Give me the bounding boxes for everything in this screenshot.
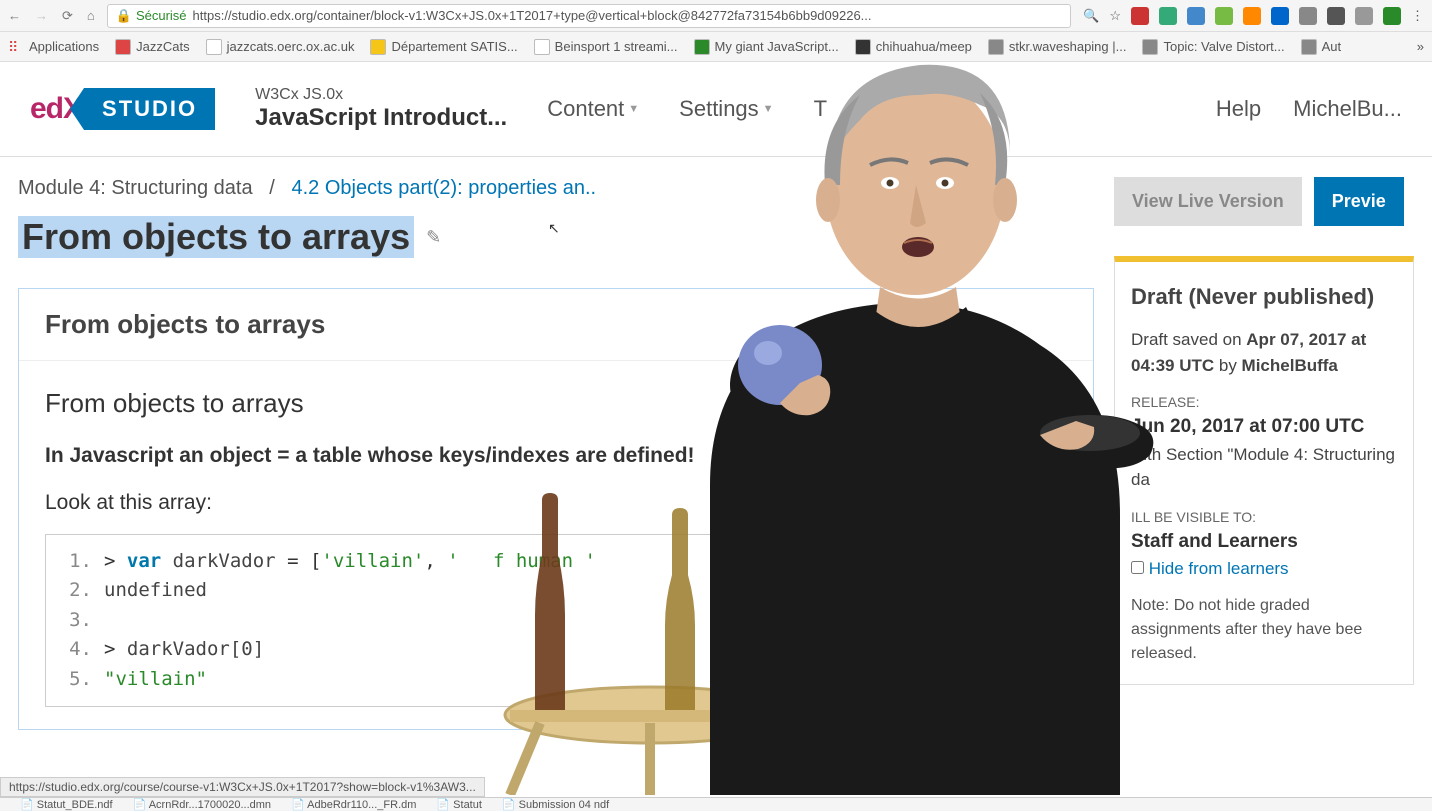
secure-badge: 🔒 Sécurisé	[116, 8, 187, 24]
ext-icon[interactable]	[1215, 7, 1233, 25]
reload-icon[interactable]: ⟳	[62, 8, 73, 24]
download-item[interactable]: 📄 Statut	[436, 798, 482, 811]
page-title: From objects to arrays	[18, 216, 414, 258]
top-nav: Content▼ Settings▼ T	[547, 96, 827, 122]
content-intro: In Javascript an object = a table whose …	[45, 439, 1067, 473]
forward-icon[interactable]: →	[35, 8, 48, 23]
code-line: 4.> darkVador[0]	[62, 635, 1050, 664]
help-link[interactable]: Help	[1216, 96, 1261, 122]
download-item[interactable]: 📄 AcrnRdr...1700020...dmn	[133, 798, 271, 811]
bookmark-item[interactable]: chihuahua/meep	[855, 39, 972, 55]
browser-toolbar: ← → ⟳ ⌂ 🔒 Sécurisé https://studio.edx.or…	[0, 0, 1432, 32]
ext-icon[interactable]	[1159, 7, 1177, 25]
course-name: JavaScript Introduct...	[255, 104, 507, 132]
ext-icon[interactable]	[1327, 7, 1345, 25]
status-bar: https://studio.edx.org/course/course-v1:…	[0, 777, 485, 797]
nav-settings[interactable]: Settings▼	[679, 96, 773, 122]
bookmark-item[interactable]: Département SATIS...	[370, 39, 517, 55]
address-bar[interactable]: 🔒 Sécurisé https://studio.edx.org/contai…	[107, 4, 1071, 28]
bookmark-item[interactable]: stkr.waveshaping |...	[988, 39, 1127, 55]
publish-note: Note: Do not hide graded assignments aft…	[1131, 594, 1397, 666]
bookmark-item[interactable]: ⠿Applications	[8, 39, 99, 55]
view-live-button[interactable]: View Live Version	[1114, 177, 1302, 226]
menu-icon[interactable]: ⋮	[1411, 8, 1424, 24]
browser-extensions: 🔍 ☆ ⋮	[1083, 7, 1424, 25]
ext-icon[interactable]	[1383, 7, 1401, 25]
visible-label: ILL BE VISIBLE TO:	[1131, 507, 1397, 528]
publish-status: Draft (Never published)	[1131, 280, 1397, 313]
release-section: with Section "Module 4: Structuring da	[1131, 442, 1397, 493]
course-code: W3Cx JS.0x	[255, 86, 507, 104]
ext-icon[interactable]	[1187, 7, 1205, 25]
ext-icon[interactable]	[1131, 7, 1149, 25]
code-block: 1.> var darkVador = ['villain', ' f huma…	[45, 534, 1067, 707]
release-label: RELEASE:	[1131, 392, 1397, 413]
edx-studio-logo[interactable]: edX STUDIO	[30, 88, 215, 130]
content-look: Look at this array:	[45, 486, 1067, 520]
breadcrumb-section[interactable]: 4.2 Objects part(2): properties an..	[292, 177, 597, 199]
nav-tools[interactable]: T	[814, 96, 827, 122]
bookmark-item[interactable]: Topic: Valve Distort...	[1142, 39, 1284, 55]
hide-checkbox[interactable]	[1131, 561, 1144, 574]
bookmark-item[interactable]: jazzcats.oerc.ox.ac.uk	[206, 39, 355, 55]
code-line: 1.> var darkVador = ['villain', ' f huma…	[62, 547, 1050, 576]
studio-header: edX STUDIO W3Cx JS.0x JavaScript Introdu…	[0, 62, 1432, 157]
breadcrumb-module[interactable]: Module 4: Structuring data	[18, 177, 253, 199]
ext-icon[interactable]	[1299, 7, 1317, 25]
content-subheader: From objects to arrays	[45, 383, 1067, 425]
url-text: https://studio.edx.org/container/block-v…	[193, 8, 872, 23]
draft-saved-info: Draft saved on Apr 07, 2017 at 04:39 UTC…	[1131, 327, 1397, 378]
unit-container: From objects to arrays From objects to a…	[18, 288, 1094, 730]
code-line: 2.undefined	[62, 576, 1050, 605]
hide-from-learners[interactable]: Hide from learners	[1131, 556, 1397, 582]
zoom-icon[interactable]: 🔍	[1083, 8, 1099, 24]
nav-content[interactable]: Content▼	[547, 96, 639, 122]
code-line: 3.	[62, 606, 1050, 635]
code-line: 5."villain"	[62, 665, 1050, 694]
ext-icon[interactable]	[1355, 7, 1373, 25]
visible-value: Staff and Learners	[1131, 528, 1397, 557]
publish-panel: Draft (Never published) Draft saved on A…	[1114, 256, 1414, 685]
breadcrumb: Module 4: Structuring data / 4.2 Objects…	[18, 177, 1094, 200]
bookmarks-bar: ⠿Applications JazzCats jazzcats.oerc.ox.ac…	[0, 32, 1432, 62]
download-item[interactable]: 📄 Statut_BDE.ndf	[20, 798, 113, 811]
bookmark-item[interactable]: My giant JavaScript...	[694, 39, 839, 55]
unit-header: From objects to arrays	[19, 289, 1093, 361]
course-info: W3Cx JS.0x JavaScript Introduct...	[255, 86, 507, 132]
download-bar: 📄 Statut_BDE.ndf 📄 AcrnRdr...1700020...dm…	[0, 797, 1432, 811]
back-icon[interactable]: ←	[8, 8, 21, 23]
preview-button[interactable]: Previe	[1314, 177, 1404, 226]
bookmark-item[interactable]: Aut	[1301, 39, 1342, 55]
bookmark-item[interactable]: JazzCats	[115, 39, 189, 55]
home-icon[interactable]: ⌂	[87, 8, 95, 23]
ext-icon[interactable]	[1271, 7, 1289, 25]
release-date: Jun 20, 2017 at 07:00 UTC	[1131, 413, 1397, 442]
download-item[interactable]: 📄 Submission 04 ndf	[502, 798, 609, 811]
download-item[interactable]: 📄 AdbeRdr110..._FR.dm	[291, 798, 416, 811]
edit-title-icon[interactable]: ✎	[426, 227, 441, 248]
user-menu[interactable]: MichelBu...	[1293, 96, 1402, 122]
bookmark-item[interactable]: Beinsport 1 streami...	[534, 39, 678, 55]
bookmarks-overflow[interactable]: »	[1417, 39, 1424, 54]
ext-icon[interactable]	[1243, 7, 1261, 25]
star-icon[interactable]: ☆	[1109, 8, 1121, 24]
